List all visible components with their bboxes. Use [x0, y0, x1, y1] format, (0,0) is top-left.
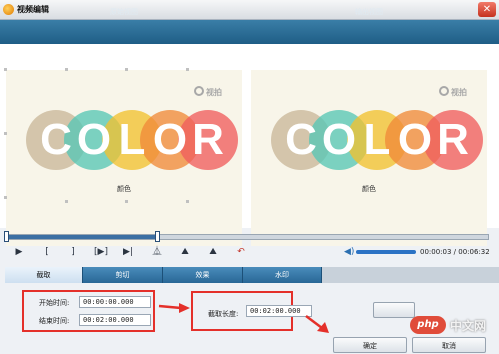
timeline-start-handle[interactable]	[4, 231, 9, 242]
tab-cut[interactable]: 剪切	[83, 267, 163, 283]
brand-logo: 视拍	[194, 86, 234, 100]
length-label: 截取长度:	[208, 310, 239, 318]
logo-text: 视拍	[206, 88, 222, 97]
timeline-selection	[6, 235, 157, 239]
close-button[interactable]: ✕	[478, 2, 496, 17]
camera-icon	[194, 86, 204, 96]
tab-strip-filler	[322, 267, 499, 283]
ok-button[interactable]: 确定	[333, 337, 407, 353]
color-word: C O L O R	[251, 110, 487, 170]
step-button[interactable]: ▶|	[121, 246, 135, 258]
tab-effects[interactable]: 效果	[163, 267, 243, 283]
crop-handle[interactable]	[4, 196, 7, 199]
play-button[interactable]: ▶	[12, 246, 26, 258]
rotate-button[interactable]: ↶	[234, 246, 248, 258]
start-time-field[interactable]: 00:00:00.000	[79, 296, 151, 308]
mark-out-button[interactable]: ]	[66, 246, 80, 258]
time-readout: 00:00:03 / 00:06:32	[420, 248, 490, 256]
crop-handle[interactable]	[4, 132, 7, 135]
total-time: 00:06:32	[458, 248, 490, 256]
mirror-button[interactable]: ⛰	[178, 246, 192, 258]
letter-r: R	[437, 115, 469, 164]
output-preview: 视拍 C O L O R 颜色	[251, 70, 487, 246]
crop-handle[interactable]	[65, 68, 68, 71]
output-view-label: 输出视图	[355, 8, 383, 16]
color-word: C O L O R	[6, 110, 242, 170]
preview-button[interactable]	[373, 302, 415, 318]
crop-handle[interactable]	[4, 68, 7, 71]
logo-text: 视拍	[451, 88, 467, 97]
crop-handle[interactable]	[186, 68, 189, 71]
site-watermark: php 中文网	[410, 316, 498, 336]
cancel-button[interactable]: 取消	[412, 337, 486, 353]
crop-handle[interactable]	[125, 68, 128, 71]
tab-watermark[interactable]: 水印	[243, 267, 322, 283]
length-field[interactable]: 00:02:00.000	[246, 305, 312, 317]
output-caption: 颜色	[362, 185, 376, 193]
start-time-label: 开始时间:	[39, 299, 70, 307]
title-bar	[0, 0, 499, 20]
end-time-label: 结束时间:	[39, 317, 70, 325]
view-header	[0, 20, 499, 45]
original-caption: 颜色	[117, 185, 131, 193]
watermark-text: 中文网	[450, 319, 487, 333]
annotation-arrow	[305, 315, 329, 333]
end-time-field[interactable]: 00:02:00.000	[79, 314, 151, 326]
play-range-button[interactable]: [▶]	[91, 246, 111, 258]
crop-handle[interactable]	[125, 200, 128, 203]
mark-in-button[interactable]: [	[40, 246, 54, 258]
timeline-end-handle[interactable]	[155, 231, 160, 242]
flip-vertical-button[interactable]: ⏅	[150, 246, 164, 258]
original-preview: 视拍 C O L O R 颜色	[6, 70, 242, 246]
camera-icon	[439, 86, 449, 96]
crop-handle[interactable]	[65, 200, 68, 203]
crop-handle[interactable]	[186, 200, 189, 203]
watermark-badge: php	[410, 316, 446, 334]
tab-trim[interactable]: 截取	[5, 267, 83, 283]
current-time: 00:00:03	[420, 248, 452, 256]
letter-r: R	[192, 115, 224, 164]
app-icon	[3, 4, 14, 15]
annotation-arrow	[158, 303, 190, 313]
window-title: 视频编辑	[17, 5, 49, 14]
brand-logo: 视拍	[439, 86, 479, 100]
mirror-alt-button[interactable]: ⛰	[206, 246, 220, 258]
volume-slider[interactable]	[356, 250, 416, 254]
speaker-icon[interactable]: ◀)	[344, 247, 354, 257]
original-view-label: 原始视图	[110, 8, 138, 16]
